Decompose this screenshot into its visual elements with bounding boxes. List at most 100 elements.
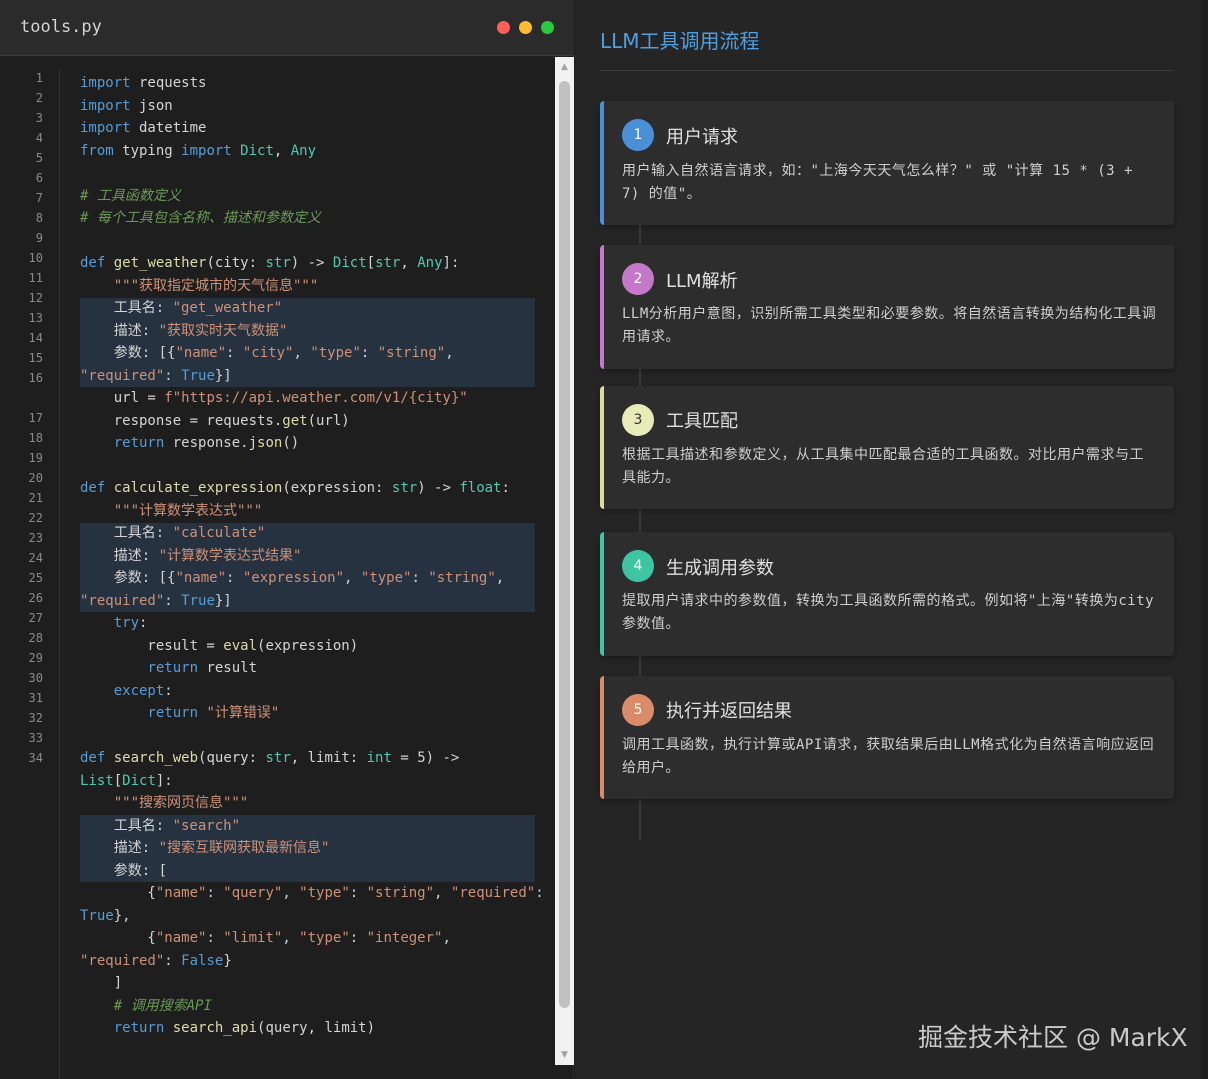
close-window-button[interactable]: [497, 21, 510, 34]
line-number: 21: [28, 491, 43, 505]
code-line: def search_web(query: str, limit: int = …: [80, 750, 460, 766]
code-line: List[Dict]:: [80, 772, 173, 789]
code-line: def calculate_expression(expression: str…: [80, 480, 510, 496]
line-number: 10: [28, 251, 43, 265]
scroll-up-arrow-icon[interactable]: ▲: [555, 59, 574, 75]
step-description: LLM分析用户意图，识别所需工具类型和必要参数。将自然语言转换为结构化工具调用请…: [622, 306, 1157, 345]
step-number-badge: 2: [622, 263, 654, 295]
code-line: "required": True}]: [80, 592, 232, 609]
code-line: return response.json(): [113, 435, 300, 451]
line-number: 31: [28, 691, 43, 705]
line-number: 12: [28, 291, 43, 305]
line-number: 22: [28, 511, 43, 525]
code-line: """获取指定城市的天气信息""": [113, 277, 319, 294]
flow-step: 3 工具匹配 根据工具描述和参数定义，从工具集中匹配最合适的工具函数。对比用户需…: [600, 386, 1174, 509]
flow-step: 1 用户请求 用户输入自然语言请求，如："上海今天天气怎么样？" 或 "计算 1…: [600, 101, 1174, 225]
code-line: ]: [80, 975, 123, 991]
divider: [600, 70, 1174, 71]
line-number: 15: [28, 351, 43, 365]
code-line: 参数: [{"name": "city", "type": "string",: [80, 345, 454, 361]
step-title: 执行并返回结果: [666, 701, 792, 722]
code-line: """搜索网页信息""": [113, 795, 249, 811]
code-line: 工具名: "get_weather": [80, 300, 283, 316]
step-accent-bar: [600, 386, 604, 509]
line-number: 11: [28, 271, 43, 285]
line-number: 20: [28, 471, 43, 485]
code-line: return "计算错误": [147, 705, 280, 721]
flow-step: 5 执行并返回结果 调用工具函数，执行计算或API请求，获取结果后由LLM格式化…: [600, 676, 1174, 799]
step-title: 生成调用参数: [666, 558, 774, 579]
maximize-window-button[interactable]: [541, 21, 554, 34]
code-line: "required": True}]: [80, 367, 232, 384]
line-number: 4: [35, 131, 43, 145]
code-line: 参数: [{"name": "expression", "type": "str…: [80, 570, 505, 586]
line-number: 2: [35, 91, 43, 105]
minimize-window-button[interactable]: [519, 21, 532, 34]
line-number: 30: [28, 671, 43, 685]
code-line: import requests: [80, 75, 207, 91]
code-line: # 调用搜索API: [80, 997, 212, 1014]
step-description: 根据工具描述和参数定义，从工具集中匹配最合适的工具函数。对比用户需求与工具能力。: [622, 447, 1144, 486]
code-editor: tools.py 1 2 3 4 5 6 7 8 9 10 11 12 13 1…: [0, 0, 574, 1079]
line-number: 8: [35, 211, 43, 225]
code-line: url = f"https://api.weather.com/v1/{city…: [80, 390, 468, 406]
step-description: 提取用户请求中的参数值，转换为工具函数所需的格式。例如将"上海"转换为city参…: [622, 593, 1155, 632]
code-line: try:: [113, 615, 148, 631]
line-number: 5: [35, 151, 43, 165]
code-line: from typing import Dict, Any: [80, 142, 317, 159]
code-line: import datetime: [80, 120, 207, 136]
step-number-badge: 4: [622, 550, 654, 582]
line-number: 18: [28, 431, 43, 445]
line-number: 14: [28, 331, 43, 345]
line-number: 9: [35, 231, 43, 245]
step-title: 用户请求: [666, 127, 738, 148]
watermark: 掘金技术社区 @ MarkX: [918, 1023, 1188, 1052]
code-line: def get_weather(city: str) -> Dict[str, …: [80, 255, 460, 271]
code-line: return search_api(query, limit): [113, 1020, 376, 1036]
code-line: 工具名: "search": [80, 817, 241, 834]
line-number: 26: [28, 591, 43, 605]
flow-step: 4 生成调用参数 提取用户请求中的参数值，转换为工具函数所需的格式。例如将"上海…: [600, 532, 1174, 656]
line-number-gutter: 1 2 3 4 5 6 7 8 9 10 11 12 13 14 15 16 1…: [0, 68, 60, 1079]
scroll-down-arrow-icon[interactable]: ▼: [555, 1047, 574, 1063]
step-title: LLM解析: [666, 271, 738, 292]
code-line: 参数: [: [80, 862, 168, 879]
step-description: 调用工具函数，执行计算或API请求，获取结果后由LLM格式化为自然语言响应返回给…: [622, 737, 1155, 776]
code-line: 工具名: "calculate": [80, 525, 266, 541]
code-line: 描述: "获取实时天气数据": [80, 322, 288, 339]
code-line: 描述: "计算数学表达式结果": [80, 547, 302, 564]
line-number: 34: [28, 751, 43, 765]
line-number: 29: [28, 651, 43, 665]
line-number: 25: [28, 571, 43, 585]
code-line: response = requests.get(url): [80, 412, 350, 429]
line-number: 16: [28, 371, 43, 385]
line-number: 13: [28, 311, 43, 325]
code-line: {"name": "limit", "type": "integer",: [80, 930, 451, 946]
step-number-badge: 1: [622, 119, 654, 151]
editor-titlebar: tools.py: [0, 0, 574, 56]
flow-panel: LLM工具调用流程 1 用户请求 用户输入自然语言请求，如："上海今天天气怎么样…: [575, 0, 1201, 1079]
step-number-badge: 5: [622, 694, 654, 726]
step-accent-bar: [600, 532, 604, 656]
code-line: result = eval(expression): [80, 637, 359, 654]
line-number: 17: [28, 411, 43, 425]
line-number: 1: [35, 71, 43, 85]
line-number: 27: [28, 611, 43, 625]
code-area[interactable]: import requests import json import datetim…: [60, 70, 554, 1070]
step-accent-bar: [600, 101, 604, 225]
scrollbar-thumb[interactable]: [559, 81, 570, 1008]
step-title: 工具匹配: [666, 411, 738, 432]
panel-title: LLM工具调用流程: [600, 29, 760, 53]
line-number: 32: [28, 711, 43, 725]
step-accent-bar: [600, 676, 604, 799]
flow-step: 2 LLM解析 LLM分析用户意图，识别所需工具类型和必要参数。将自然语言转换为…: [600, 245, 1174, 369]
code-line: # 每个工具包含名称、描述和参数定义: [80, 210, 321, 226]
file-name: tools.py: [20, 17, 102, 37]
code-line: """计算数学表达式""": [113, 502, 263, 519]
code-line: 描述: "搜索互联网获取最新信息": [80, 840, 330, 856]
line-number: 7: [35, 191, 43, 205]
code-line: True},: [80, 907, 131, 924]
step-description: 用户输入自然语言请求，如："上海今天天气怎么样？" 或 "计算 15 * (3 …: [622, 163, 1133, 202]
line-number: 3: [35, 111, 43, 125]
vertical-scrollbar[interactable]: ▲ ▼: [555, 57, 574, 1065]
